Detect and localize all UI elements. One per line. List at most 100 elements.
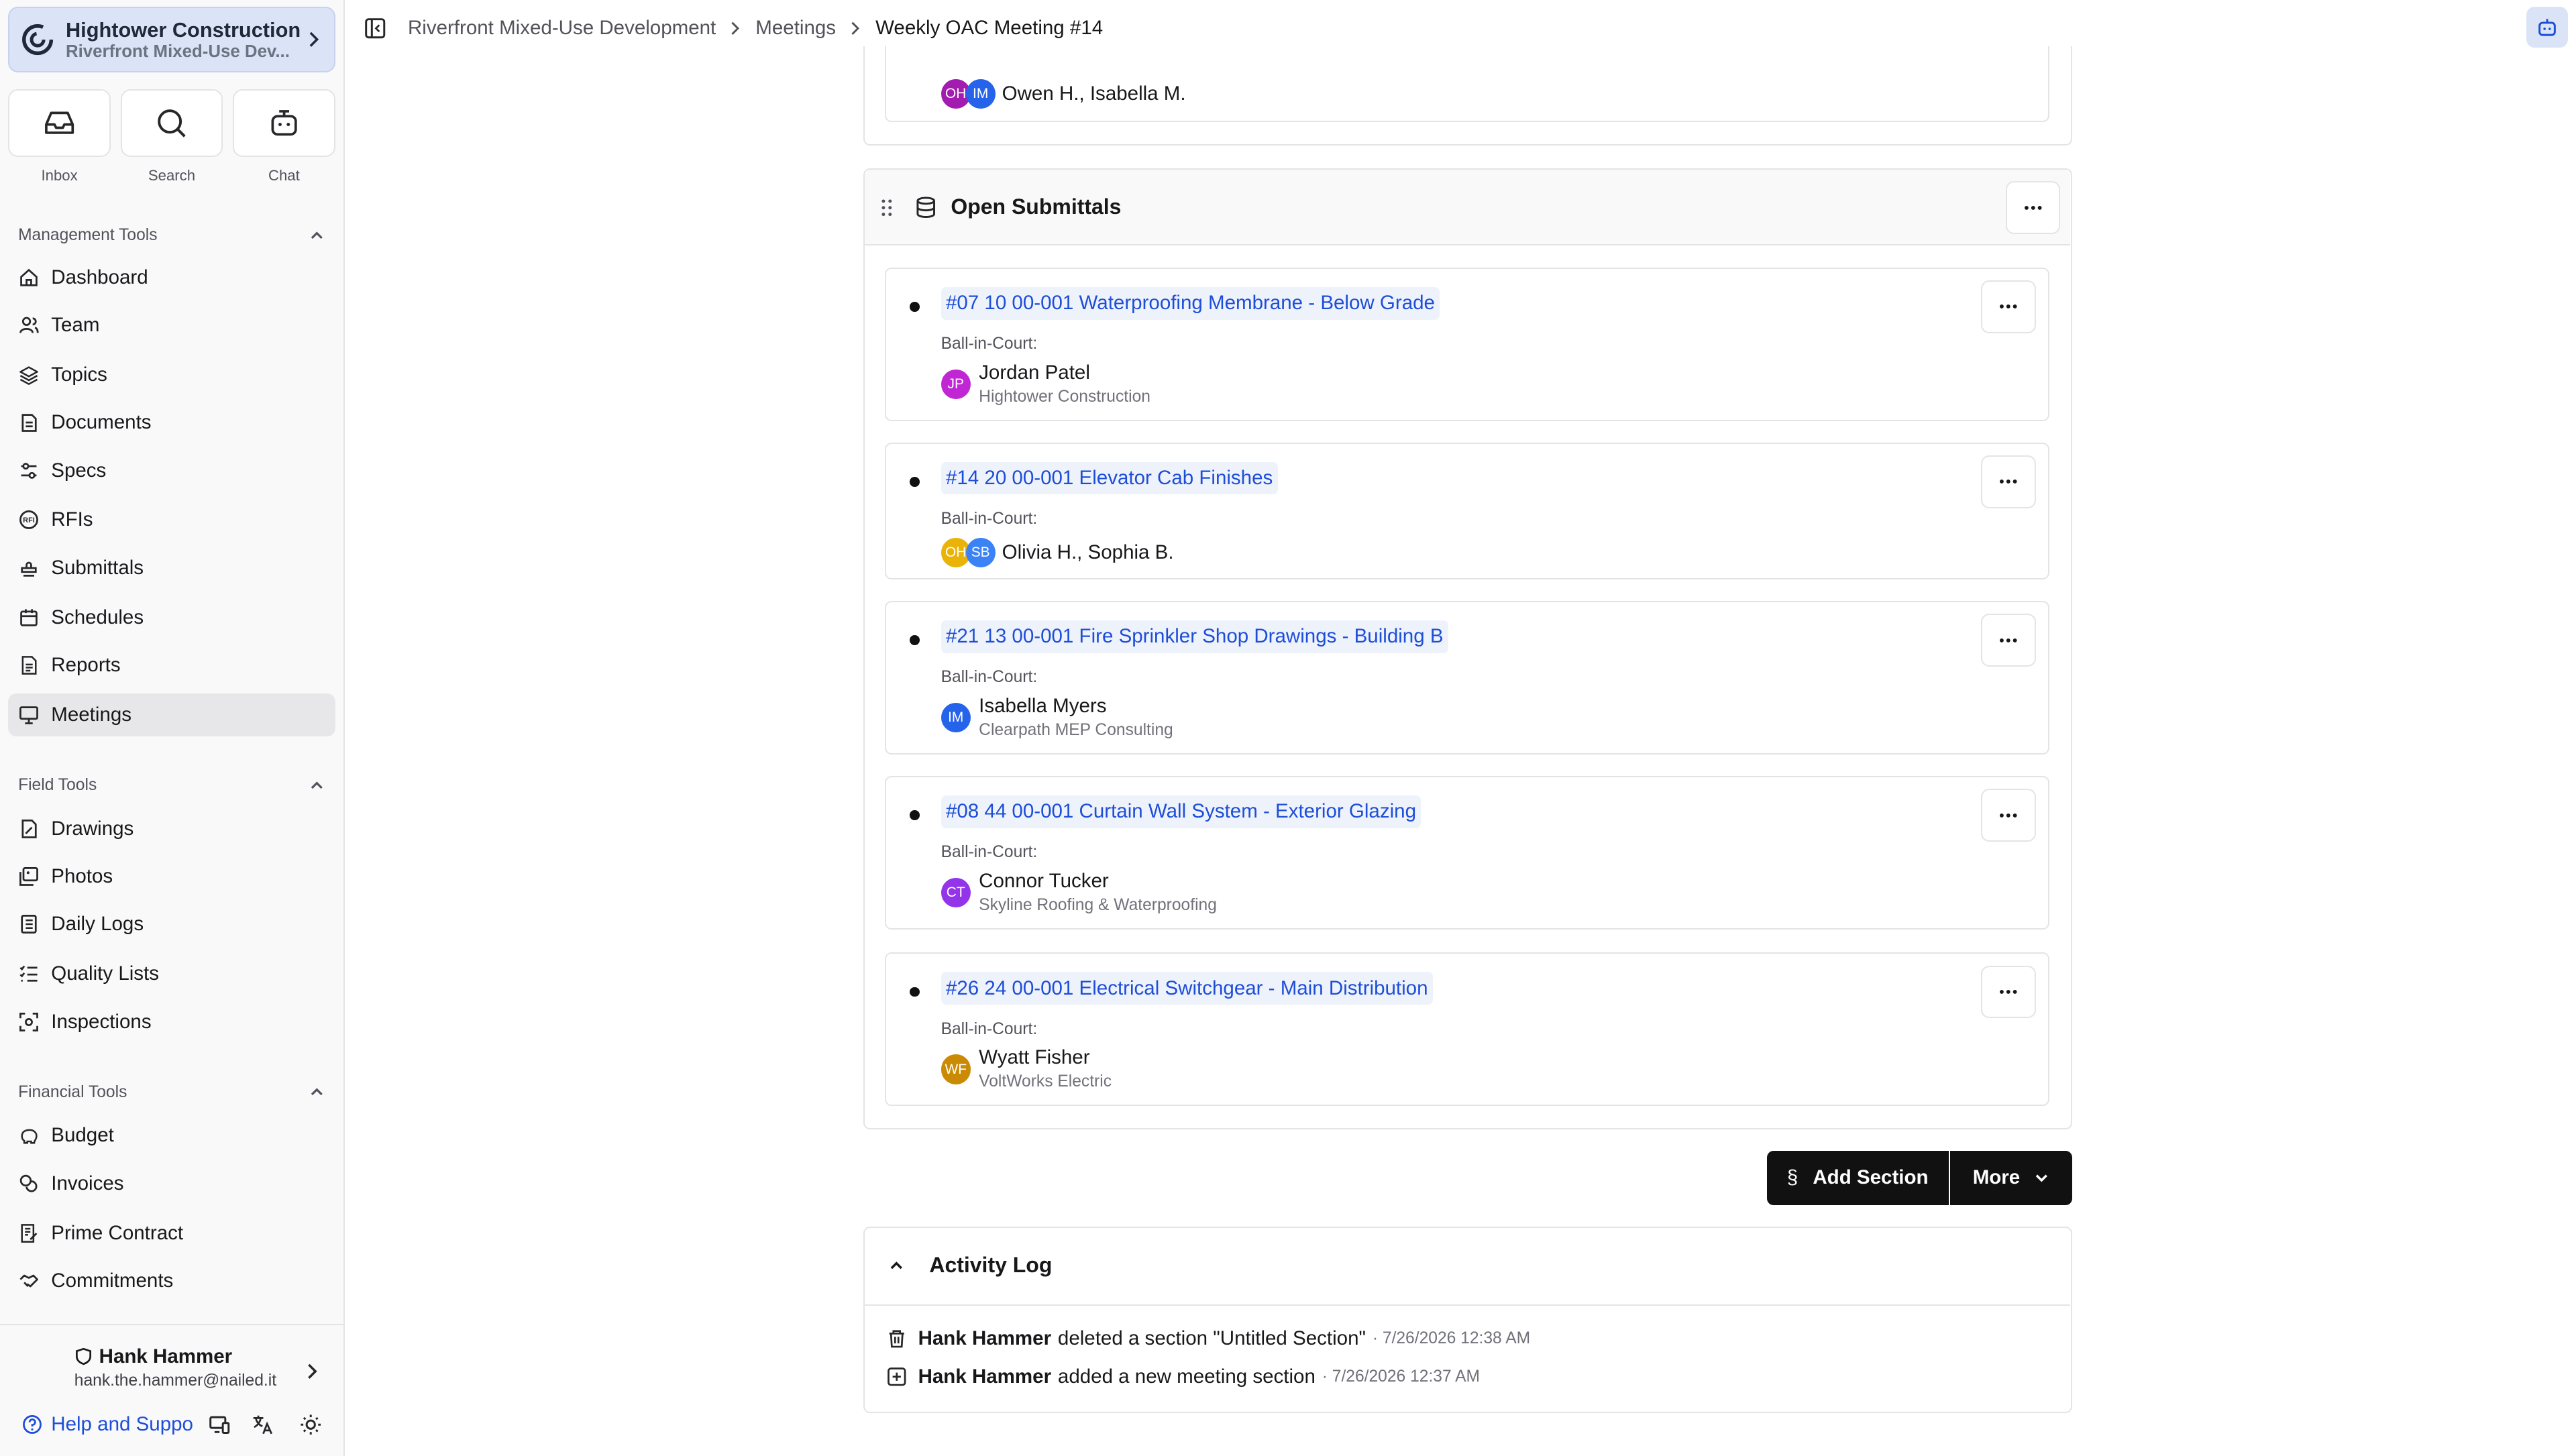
nav-commitments[interactable]: Commitments [8,1259,335,1302]
nav-prime-contract[interactable]: Prime Contract [8,1212,335,1255]
nav-submittals[interactable]: Submittals [8,547,335,590]
add-section-button[interactable]: § Add Section [1766,1150,1949,1205]
group-label: Management Tools [18,226,158,245]
sidebar-toggle-icon[interactable] [364,17,386,40]
nav-label: Documents [51,411,152,434]
nav-reports[interactable]: Reports [8,644,335,687]
nav-team[interactable]: Team [8,304,335,347]
person-name: Isabella Myers [979,694,1107,717]
nav-specs[interactable]: Specs [8,449,335,492]
users-icon [19,317,39,333]
nav-dashboard[interactable]: Dashboard [8,256,335,299]
add-section-label: Add Section [1813,1166,1929,1189]
quick-action-chat[interactable]: Chat [233,89,335,184]
nav-documents[interactable]: Documents [8,401,335,444]
search-icon [158,109,186,137]
ball-in-court-label: Ball-in-Court: [941,1019,1038,1038]
nav-label: Prime Contract [51,1221,184,1244]
contract-icon [21,1223,38,1243]
nav-label: Reports [51,653,121,676]
nav-inspections[interactable]: Inspections [8,1001,335,1044]
bullet [909,987,920,997]
person-name: Wyatt Fisher [979,1046,1090,1069]
chevron-up-icon [311,231,323,239]
avatar: CT [941,878,971,908]
submittal-item: #14 20 00-001 Elevator Cab Finishes Ball… [885,442,2049,579]
nav-label: Budget [51,1124,114,1147]
group-label: Field Tools [18,775,97,794]
nav-invoices[interactable]: Invoices [8,1162,335,1205]
bullet [909,635,920,645]
list-checks-icon [19,966,38,982]
nav-photos[interactable]: Photos [8,855,335,898]
item-menu-button[interactable] [1981,965,2036,1019]
chevron-down-icon [2035,1174,2047,1182]
ball-in-court-label: Ball-in-Court: [941,843,1038,862]
sun-icon[interactable] [299,1413,322,1436]
breadcrumb: Riverfront Mixed-Use Development Meeting… [408,17,1103,40]
submittal-item: #07 10 00-001 Waterproofing Membrane - B… [885,267,2049,421]
user-menu[interactable]: Hank Hammer hank.the.hammer@nailed.it [74,1345,276,1390]
bot-icon [271,110,297,136]
nav-schedules[interactable]: Schedules [8,596,335,639]
quick-action-label: Chat [268,166,300,184]
folder-icon [21,414,37,433]
item-menu-button[interactable] [1981,614,2036,667]
item-menu-button[interactable] [1981,789,2036,842]
quick-action-inbox[interactable]: Inbox [8,89,111,184]
nav-drawings[interactable]: Drawings [8,807,335,850]
drag-handle-icon[interactable] [880,198,894,218]
help-link[interactable]: Help and Suppo [21,1413,193,1436]
group-financial-tools[interactable]: Financial Tools [18,1083,325,1102]
bullet [909,810,920,820]
submittal-link[interactable]: #26 24 00-001 Electrical Switchgear - Ma… [941,972,1433,1005]
translate-icon[interactable] [251,1413,274,1436]
trash-icon [889,1330,904,1348]
group-management-tools[interactable]: Management Tools [18,226,325,245]
person-company: Clearpath MEP Consulting [979,720,1173,739]
nav-daily-logs[interactable]: Daily Logs [8,903,335,946]
nav-budget[interactable]: Budget [8,1115,335,1158]
images-icon [19,867,38,886]
item-menu-button[interactable] [1981,455,2036,508]
breadcrumb-project[interactable]: Riverfront Mixed-Use Development [408,17,716,40]
breadcrumb-meetings[interactable]: Meetings [755,17,836,40]
chevron-up-icon [311,1088,323,1096]
submittal-link[interactable]: #21 13 00-001 Fire Sprinkler Shop Drawin… [941,620,1448,653]
activity-user: Hank Hammer [918,1327,1052,1350]
quick-action-search[interactable]: Search [120,89,223,184]
assistant-button[interactable] [2526,6,2568,48]
item-menu-button[interactable] [1981,280,2036,333]
shield-icon [75,1347,91,1365]
nav-topics[interactable]: Topics [8,353,335,396]
coins-icon [19,1174,38,1192]
section-menu-button[interactable] [2006,181,2061,235]
avatar: IM [965,79,996,109]
nav-meetings[interactable]: Meetings [8,693,335,736]
ball-in-court-label: Ball-in-Court: [941,510,1038,528]
nav-label: Meetings [51,703,132,726]
sidebar: Hightower Construction Riverfront Mixed-… [0,0,345,1456]
group-field-tools[interactable]: Field Tools [18,776,325,795]
devices-icon[interactable] [208,1413,231,1436]
activity-text: added a new meeting section [1057,1365,1316,1388]
ball-in-court-person: JP Jordan Patel Hightower Construction [941,361,1150,406]
more-label: More [1972,1166,2021,1189]
org-project: Riverfront Mixed-Use Dev... [65,42,290,61]
ball-in-court-people: OH IM Owen H., Isabella M. [941,79,1186,109]
quick-action-label: Search [148,166,196,184]
nav-quality-lists[interactable]: Quality Lists [8,952,335,995]
submittal-link[interactable]: #07 10 00-001 Waterproofing Membrane - B… [941,286,1440,320]
nav-rfis[interactable]: RFI RFIs [8,498,335,541]
section-title: Open Submittals [951,194,1122,219]
avatar: IM [941,703,971,733]
org-switcher[interactable]: Hightower Construction Riverfront Mixed-… [8,6,335,73]
activity-time: · 7/26/2026 12:38 AM [1372,1329,1531,1348]
rfi-icon: RFI [19,510,38,530]
company-logo-icon [22,24,54,56]
nav-label: Inspections [51,1010,152,1033]
more-button[interactable]: More [1950,1150,2073,1205]
chevron-right-icon[interactable] [304,1361,321,1382]
submittal-link[interactable]: #08 44 00-001 Curtain Wall System - Exte… [941,795,1421,828]
submittal-link[interactable]: #14 20 00-001 Elevator Cab Finishes [941,461,1278,495]
